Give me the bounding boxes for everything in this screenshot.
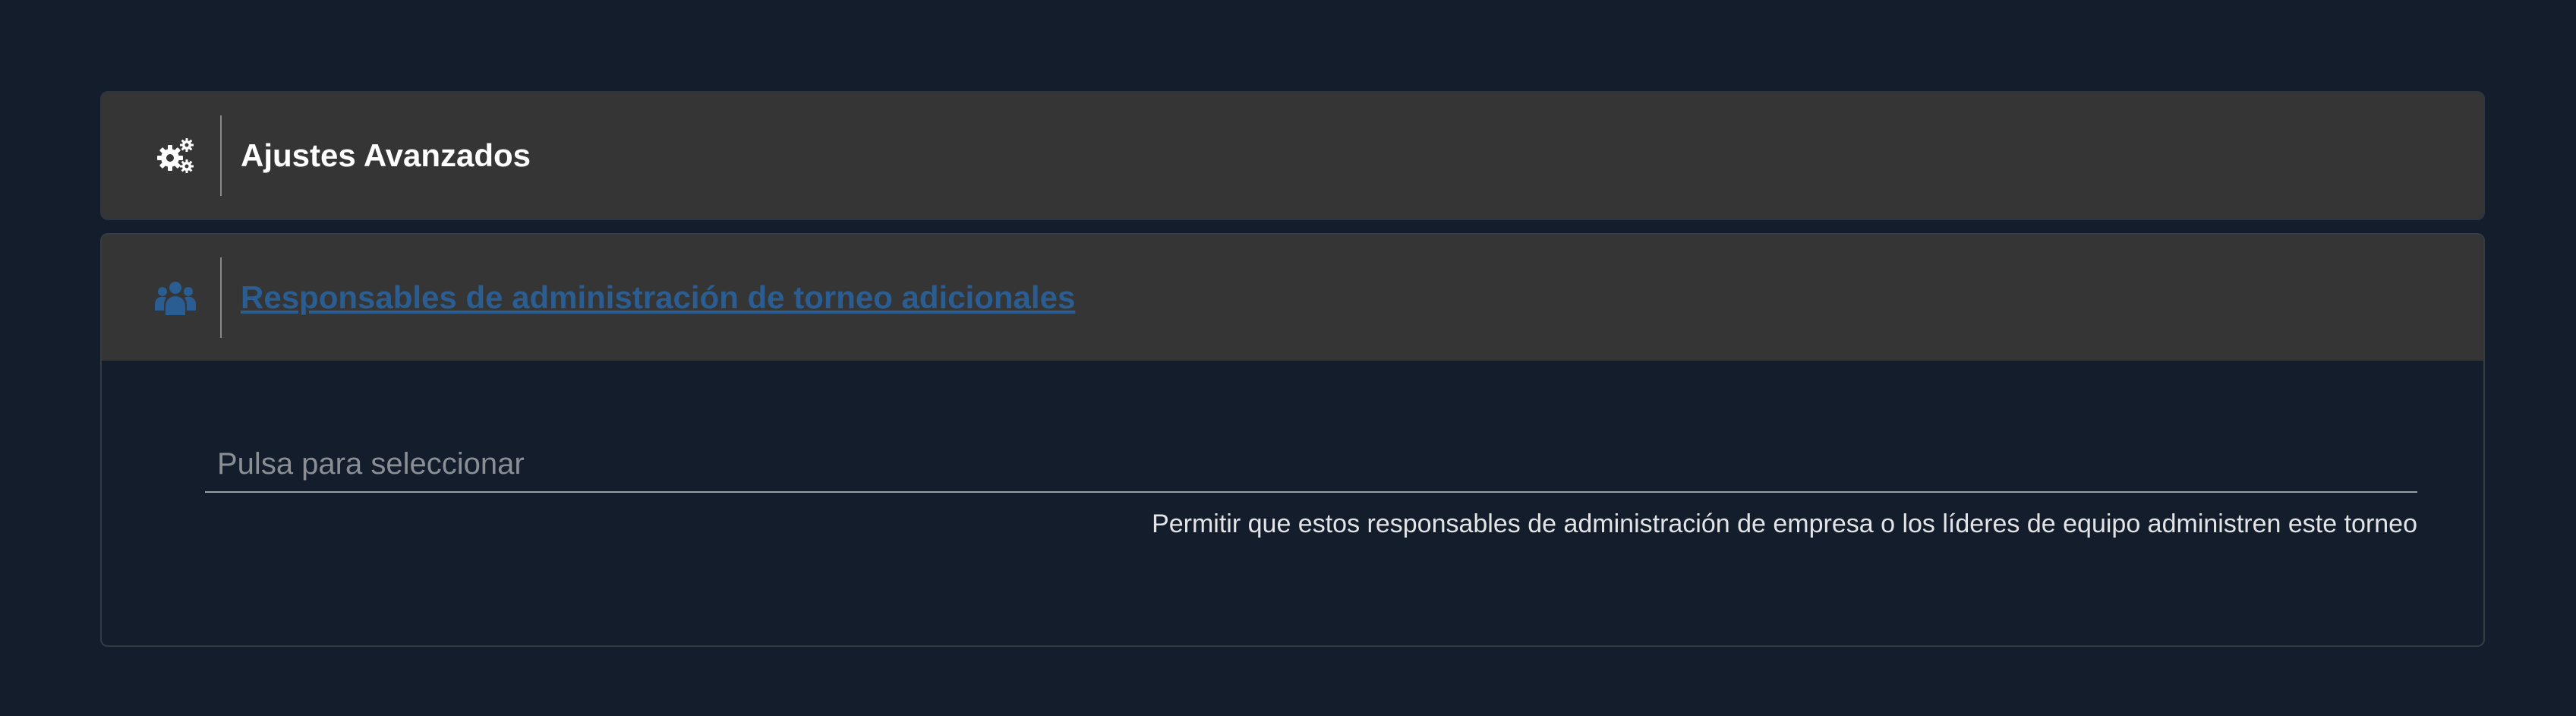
managers-select-placeholder: Pulsa para seleccionar [217,447,525,481]
cogs-icon [155,135,196,176]
managers-select[interactable]: Pulsa para seleccionar [205,431,2417,493]
tournament-managers-panel: Responsables de administración de torneo… [100,233,2485,647]
advanced-settings-title: Ajustes Avanzados [241,137,531,173]
header-divider [220,257,222,338]
managers-select-hint: Permitir que estos responsables de admin… [1152,509,2417,538]
header-divider [220,115,222,196]
users-icon [155,277,196,318]
tournament-managers-link[interactable]: Responsables de administración de torneo… [241,279,1075,316]
advanced-settings-header[interactable]: Ajustes Avanzados [102,93,2483,219]
tournament-managers-header[interactable]: Responsables de administración de torneo… [102,235,2483,361]
advanced-settings-panel: Ajustes Avanzados [100,91,2485,220]
